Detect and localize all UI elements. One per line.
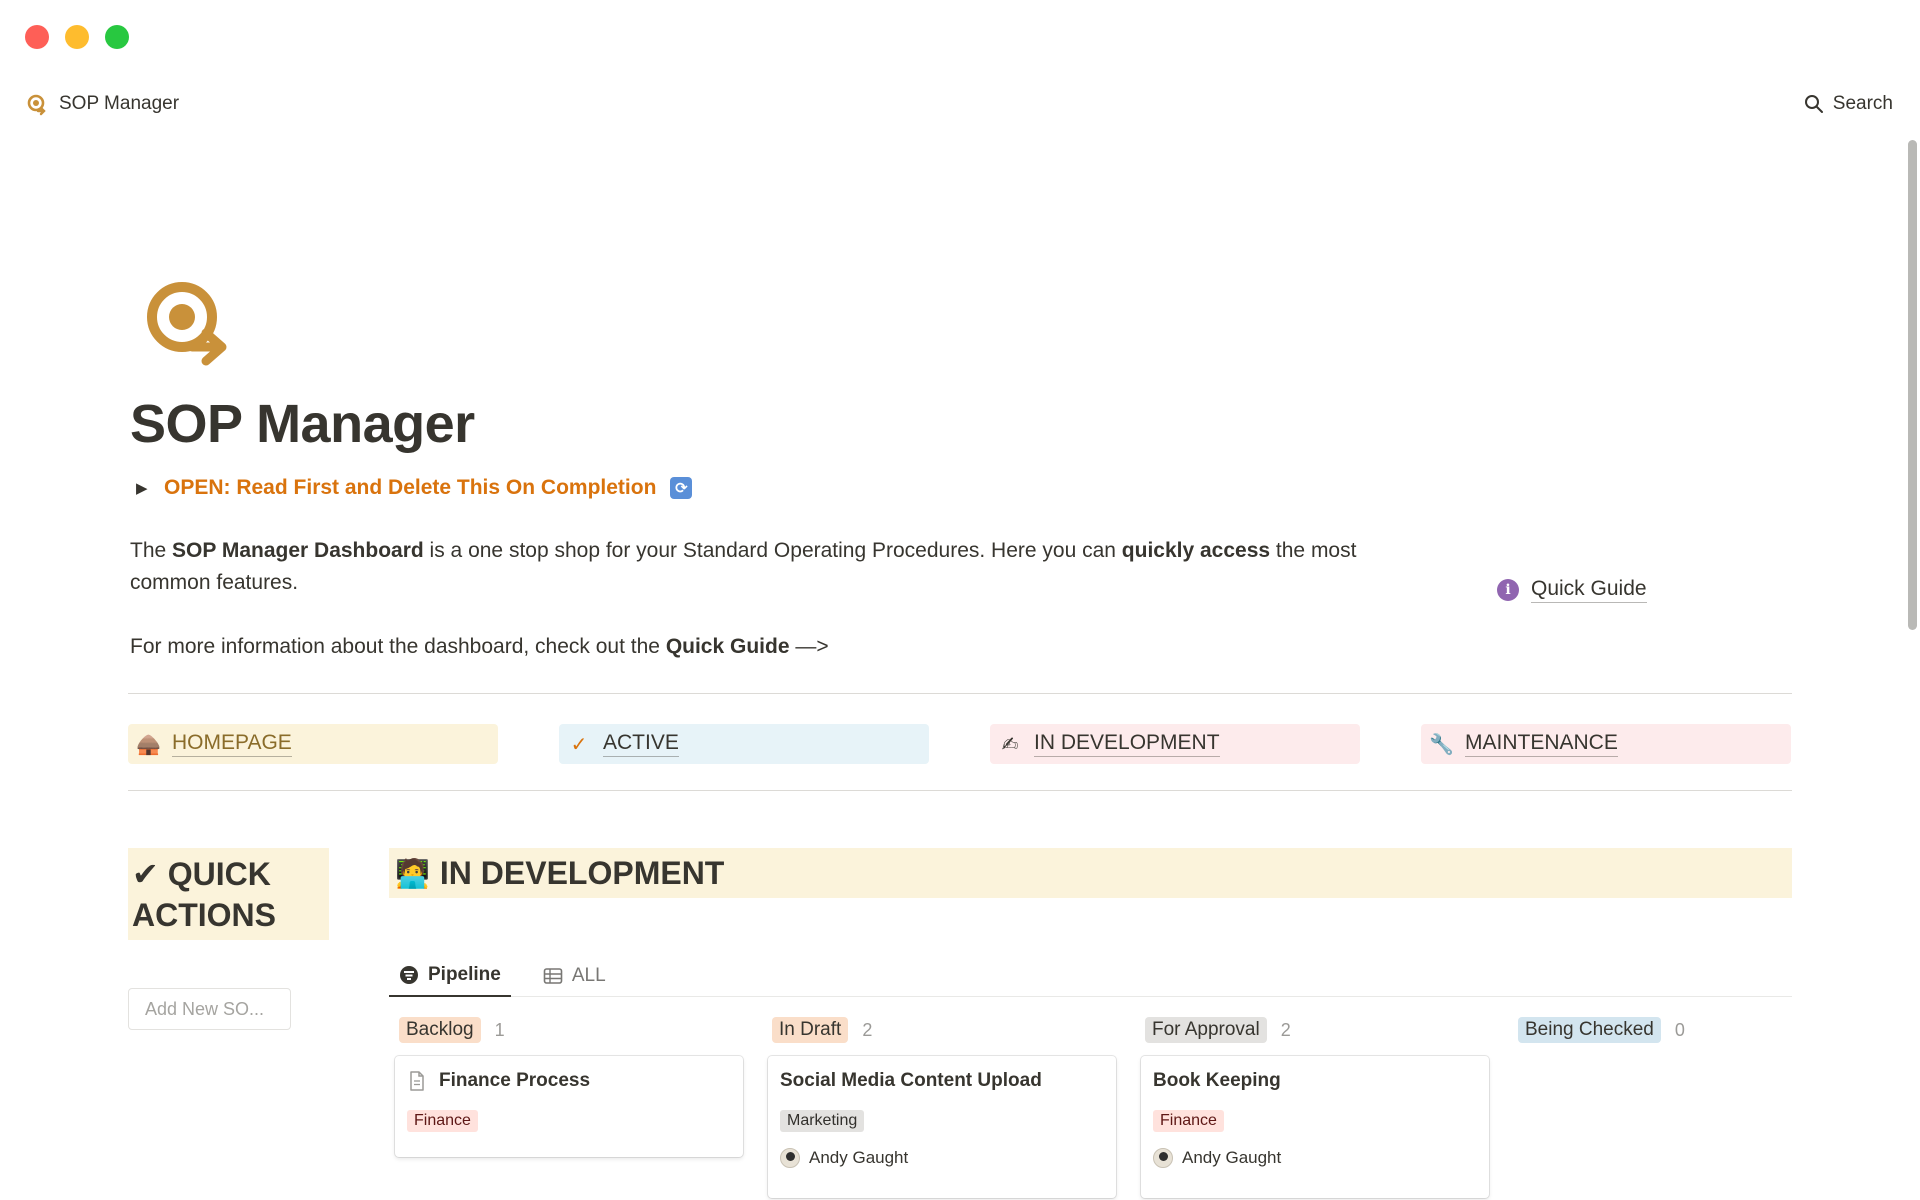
- card-finance-process[interactable]: Finance Process Finance: [395, 1056, 743, 1157]
- page-title: SOP Manager: [130, 394, 475, 454]
- column-header[interactable]: Being Checked 0: [1508, 1014, 1856, 1046]
- status-pill: Backlog: [399, 1017, 481, 1043]
- column-header[interactable]: For Approval 2: [1135, 1014, 1483, 1046]
- info-icon: i: [1497, 579, 1519, 601]
- nav-homepage-label: HOMEPAGE: [172, 731, 292, 757]
- status-pill: Being Checked: [1518, 1017, 1661, 1043]
- column-in-draft: In Draft 2 Social Media Content Upload M…: [762, 1014, 1116, 1198]
- topbar: SOP Manager Search: [25, 88, 1895, 120]
- quick-guide-link[interactable]: i Quick Guide: [1497, 577, 1647, 603]
- category-tag: Finance: [407, 1110, 478, 1132]
- nav-maintenance-label: MAINTENANCE: [1465, 731, 1618, 757]
- assignee: Andy Gaught: [780, 1148, 1104, 1168]
- card-title: Social Media Content Upload: [780, 1070, 1104, 1092]
- minimize-window-button[interactable]: [65, 25, 89, 49]
- column-count: 0: [1674, 1019, 1685, 1040]
- sop-logo-icon: [27, 94, 46, 116]
- page-logo-icon: [147, 282, 227, 366]
- tab-pipeline[interactable]: Pipeline: [389, 955, 511, 997]
- assignee-name: Andy Gaught: [1182, 1148, 1282, 1167]
- close-window-button[interactable]: [25, 25, 49, 49]
- quick-actions-word1: QUICK: [167, 856, 271, 892]
- status-pill: In Draft: [772, 1017, 849, 1043]
- board-view-icon: [400, 966, 418, 984]
- card-title: Book Keeping: [1153, 1070, 1477, 1092]
- card-book-keeping[interactable]: Book Keeping Finance Andy Gaught: [1141, 1056, 1489, 1198]
- search-label: Search: [1832, 93, 1893, 114]
- category-tag: Marketing: [780, 1110, 865, 1132]
- technologist-icon: 🧑‍💻: [395, 857, 430, 889]
- nav-cards: 🛖 HOMEPAGE ✓ ACTIVE ✍ IN DEVELOPMENT 🔧 M…: [128, 724, 1792, 764]
- status-pill: For Approval: [1145, 1017, 1267, 1043]
- intro-bold-quick-access: quickly access: [1121, 539, 1271, 562]
- nav-maintenance[interactable]: 🔧 MAINTENANCE: [1421, 724, 1791, 764]
- info-arrow-text: —>: [789, 635, 829, 658]
- search-icon: [1804, 95, 1823, 113]
- avatar: [780, 1148, 800, 1168]
- search-button[interactable]: Search: [1804, 93, 1893, 115]
- table-view-icon: [543, 968, 563, 984]
- column-backlog: Backlog 1 Finance Process Finance: [389, 1014, 743, 1157]
- card-title-text: Book Keeping: [1153, 1070, 1281, 1091]
- quick-actions-heading: ✔ QUICK ACTIONS: [128, 848, 329, 940]
- checkmark-icon: ✓: [570, 733, 588, 756]
- card-title: Finance Process: [407, 1070, 731, 1092]
- column-header[interactable]: Backlog 1: [389, 1014, 737, 1046]
- tab-all[interactable]: ALL: [533, 955, 616, 997]
- assignee-name: Andy Gaught: [809, 1148, 909, 1167]
- arrows-clockwise-icon: ⟳: [670, 477, 693, 499]
- avatar: [1153, 1148, 1173, 1168]
- nav-homepage[interactable]: 🛖 HOMEPAGE: [128, 724, 498, 764]
- read-first-toggle[interactable]: ▶ OPEN: Read First and Delete This On Co…: [136, 476, 693, 500]
- breadcrumb-label: SOP Manager: [59, 93, 180, 114]
- maximize-window-button[interactable]: [105, 25, 129, 49]
- window-controls: [25, 25, 129, 49]
- hut-icon: 🛖: [136, 733, 161, 756]
- info-text: For more information about the dashboard…: [130, 635, 666, 658]
- tab-all-label: ALL: [571, 965, 606, 986]
- nav-in-development-label: IN DEVELOPMENT: [1034, 731, 1220, 757]
- tab-pipeline-label: Pipeline: [428, 964, 501, 985]
- column-being-checked: Being Checked 0: [1508, 1014, 1856, 1046]
- view-tabs: Pipeline ALL: [389, 955, 1792, 997]
- breadcrumb[interactable]: SOP Manager: [25, 92, 179, 116]
- divider: [128, 790, 1792, 791]
- info-paragraph: For more information about the dashboard…: [130, 631, 829, 663]
- intro-text: The: [130, 539, 173, 562]
- nav-in-development[interactable]: ✍ IN DEVELOPMENT: [990, 724, 1360, 764]
- card-title-text: Finance Process: [439, 1070, 591, 1091]
- document-icon: [410, 1071, 424, 1091]
- quick-actions-line1: ✔ QUICK: [132, 856, 271, 892]
- column-count: 2: [862, 1019, 873, 1040]
- add-new-sop-button[interactable]: Add New SO...: [128, 988, 291, 1030]
- column-header[interactable]: In Draft 2: [762, 1014, 1110, 1046]
- card-title-text: Social Media Content Upload: [780, 1070, 1042, 1091]
- column-count: 2: [1280, 1019, 1291, 1040]
- nav-active-label: ACTIVE: [603, 731, 679, 757]
- column-for-approval: For Approval 2 Book Keeping Finance Andy…: [1135, 1014, 1489, 1198]
- writing-hand-icon: ✍: [1001, 733, 1019, 756]
- toggle-label: OPEN: Read First and Delete This On Comp…: [164, 476, 657, 499]
- info-bold-quick-guide: Quick Guide: [665, 635, 790, 658]
- toggle-triangle-icon[interactable]: ▶: [136, 479, 152, 497]
- card-social-media-content-upload[interactable]: Social Media Content Upload Marketing An…: [768, 1056, 1116, 1198]
- in-development-heading: 🧑‍💻 IN DEVELOPMENT: [389, 848, 1792, 898]
- intro-text: is a one stop shop for your Standard Ope…: [423, 539, 1122, 562]
- assignee: Andy Gaught: [1153, 1148, 1477, 1168]
- divider: [128, 693, 1792, 694]
- scrollbar[interactable]: [1908, 140, 1917, 630]
- intro-bold-dashboard: SOP Manager Dashboard: [172, 539, 424, 562]
- column-count: 1: [494, 1019, 505, 1040]
- in-development-title: IN DEVELOPMENT: [439, 854, 725, 891]
- intro-paragraph: The SOP Manager Dashboard is a one stop …: [130, 535, 1390, 599]
- quick-guide-label: Quick Guide: [1531, 577, 1647, 603]
- wrench-icon: 🔧: [1429, 733, 1454, 756]
- nav-active[interactable]: ✓ ACTIVE: [559, 724, 929, 764]
- quick-actions-line2: ACTIONS: [132, 897, 276, 933]
- category-tag: Finance: [1153, 1110, 1224, 1132]
